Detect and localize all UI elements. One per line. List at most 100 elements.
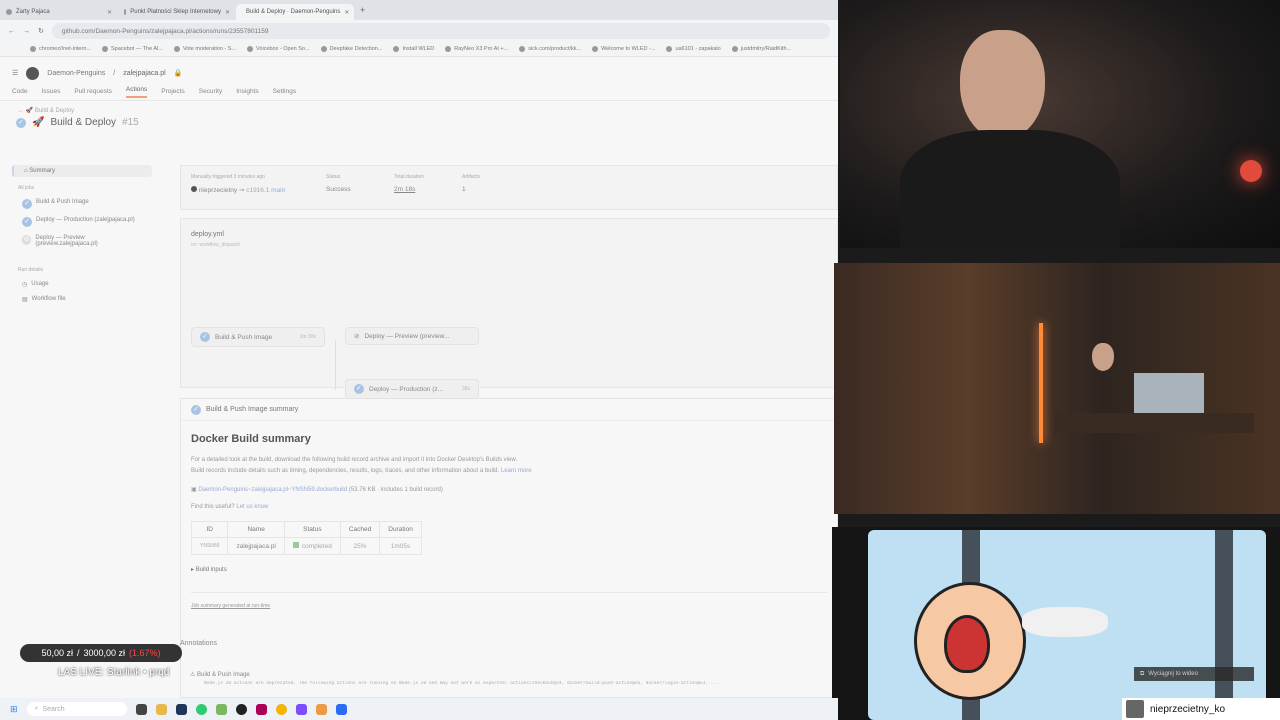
tab-settings[interactable]: Settings (273, 88, 297, 95)
bookmark[interactable]: justdmitry/RaidKith... (731, 46, 792, 52)
menu-icon[interactable]: ☰ (12, 69, 18, 77)
back-icon[interactable]: ← (8, 28, 15, 35)
summary-title: Build & Push Image summary (206, 406, 299, 413)
commit-link[interactable]: c1916.1 (246, 187, 269, 194)
bookmark[interactable]: Install WLED (393, 46, 434, 52)
webcam-face (840, 0, 1280, 248)
let-us-know-link[interactable]: Let us know (236, 504, 268, 510)
sidebar-job-production[interactable]: ✓ Deploy — Production (zalejpajaca.pl) (12, 213, 152, 231)
status-square-icon (292, 542, 299, 548)
close-icon[interactable]: ✕ (225, 9, 230, 16)
bookmark[interactable]: Vote moderation - S... (173, 46, 236, 52)
bookmark[interactable]: Welcome to WLED -... (592, 46, 655, 52)
chrome-icon[interactable] (275, 703, 287, 715)
popout-video-button[interactable]: ⧉ Wyciągnij to wideo (1134, 667, 1254, 681)
windows-start-icon[interactable]: ⊞ (10, 704, 18, 715)
tab-3[interactable]: Build & Deploy · Daemon-Penguins ✕ (236, 4, 354, 20)
app-icon[interactable] (295, 703, 307, 715)
run-title: ✓ 🚀 Build & Deploy #15 (0, 114, 838, 131)
feedback-text: Find this useful? (191, 504, 235, 510)
success-check-icon: ✓ (354, 384, 364, 394)
vscode-icon[interactable] (335, 703, 347, 715)
tab-security[interactable]: Security (199, 88, 222, 95)
spotify-icon[interactable] (195, 703, 207, 715)
explorer-icon[interactable] (155, 703, 167, 715)
separator: / (113, 69, 116, 77)
actor-link[interactable]: nieprzecietny (199, 187, 237, 194)
close-icon[interactable]: ✕ (344, 9, 349, 16)
sidebar-item-workflow-file[interactable]: ▤ Workflow file (12, 292, 152, 307)
breadcrumb[interactable]: ← 🚀 Build & Deploy (0, 101, 838, 114)
tab-issues[interactable]: Issues (42, 88, 61, 95)
browser-window: Żarty Pajaca ✕ Punkt Płatności Sklep Inte… (0, 0, 838, 698)
sidebar-job-build[interactable]: ✓ Build & Push Image (12, 195, 152, 213)
annotation-item[interactable]: ⚠ Build & Push Image (180, 671, 820, 678)
commit-icon: ⊸ (238, 187, 245, 194)
duration-value[interactable]: 2m 18s (394, 186, 462, 193)
tab-1[interactable]: Żarty Pajaca ✕ (0, 4, 118, 20)
artifacts-value[interactable]: 1 (462, 186, 530, 193)
archive-link[interactable]: Daemon-Penguins~zalejpajaca.pl~YNSN59.do… (198, 487, 347, 493)
job-node-preview[interactable]: ⊘ Deploy — Preview (preview... (345, 327, 479, 345)
desk (1054, 413, 1254, 433)
github-logo-icon[interactable] (26, 66, 40, 80)
detail-label: Workflow file (31, 296, 66, 302)
bookmark[interactable]: sick.com/product/kk... (519, 46, 581, 52)
obs-icon[interactable] (235, 703, 247, 715)
workflow-file-name[interactable]: deploy.yml (191, 231, 224, 238)
bookmark[interactable]: Voicebox - Open So... (247, 46, 310, 52)
forward-icon[interactable]: → (23, 28, 30, 35)
reload-icon[interactable]: ↻ (38, 27, 44, 35)
job-node-build[interactable]: ✓ Build & Push Image 1m 30s (191, 327, 325, 347)
success-check-icon: ✓ (22, 217, 32, 227)
bookmark-label: justdmitry/RaidKith... (740, 46, 792, 52)
tab-code[interactable]: Code (12, 88, 28, 95)
job-node-label: Deploy — Preview (preview... (364, 332, 450, 340)
table-header-row: ID Name Status Cached Duration (190, 521, 422, 538)
branch-badge[interactable]: main (271, 187, 285, 194)
sidebar-item-summary[interactable]: ⌂ Summary (12, 165, 152, 177)
bookmark[interactable]: chromez//net-intern... (30, 46, 91, 52)
goal-separator: / (76, 648, 80, 658)
viewer-tag: nieprzecietny_ko (1122, 698, 1280, 720)
app-icon[interactable] (215, 703, 227, 715)
sidebar-job-preview[interactable]: ⊘ Deploy — Preview (preview.zalejpajaca.p… (12, 231, 152, 251)
repo-link[interactable]: zalejpajaca.pl (123, 70, 165, 77)
build-table: ID Name Status Cached Duration YNSN59 za… (190, 521, 422, 555)
bookmark[interactable]: Spacebot — The Al... (101, 46, 163, 52)
job-node-time: 38s (461, 386, 470, 392)
tab-pull-requests[interactable]: Pull requests (74, 88, 112, 95)
summary-header: ✓ Build & Push Image summary (181, 399, 837, 421)
bookmark[interactable]: RayNeo X3 Pro AI +... (445, 46, 508, 52)
sidebar-item-usage[interactable]: ◷ Usage (12, 277, 152, 292)
duration-col: Total duration 2m 18s (394, 174, 462, 201)
build-inputs-toggle[interactable]: ▸ Build inputs (191, 565, 827, 576)
terminal-icon[interactable] (175, 703, 187, 715)
url-field[interactable]: github.com/Daemon-Penguins/zalejpajaca.p… (51, 23, 830, 39)
close-icon[interactable]: ✕ (107, 9, 112, 16)
bookmark[interactable]: ua6101 - zapakalo (666, 46, 721, 52)
tab-projects[interactable]: Projects (161, 88, 184, 95)
summary-footer[interactable]: Job summary generated at run-time (191, 601, 827, 612)
trigger-col: Manually triggered 3 minutes ago nieprze… (191, 174, 326, 201)
annotations: Annotations ⚠ Build & Push Image Node.js… (180, 640, 820, 686)
org-link[interactable]: Daemon-Penguins (47, 70, 105, 77)
app-icon[interactable] (315, 703, 327, 715)
person-head (1092, 343, 1114, 371)
bookmark[interactable]: Deepfake Detection... (320, 46, 382, 52)
tab-2[interactable]: Punkt Płatności Sklep Internetowy ✕ (118, 4, 236, 20)
tab-actions[interactable]: Actions (125, 86, 148, 98)
goal-percent: (1.67%) (129, 648, 161, 658)
learn-more-link[interactable]: Learn more (501, 468, 532, 474)
bookmark-label: sick.com/product/kk... (528, 46, 582, 52)
sidebar: ⌂ Summary All jobs ✓ Build & Push Image ✓… (12, 165, 152, 307)
bookmark-label: Spacebot — The Al... (110, 46, 163, 52)
bookmark-label: ua6101 - zapakalo (675, 46, 721, 52)
warning-icon: ⚠ (190, 672, 198, 678)
job-node-production[interactable]: ✓ Deploy — Production (z... 38s (345, 379, 479, 399)
tab-insights[interactable]: Insights (236, 88, 258, 95)
taskbar-search[interactable]: ⌕ Search (26, 702, 127, 716)
new-tab-button[interactable]: + (360, 5, 365, 15)
task-view-icon[interactable] (135, 703, 147, 715)
app-icon[interactable] (255, 703, 267, 715)
